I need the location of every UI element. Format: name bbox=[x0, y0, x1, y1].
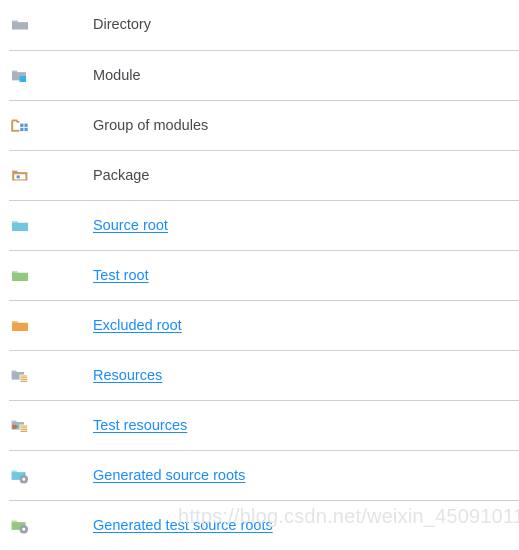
row-label-link[interactable]: Source root bbox=[93, 217, 519, 235]
table-row[interactable]: Source root bbox=[0, 200, 519, 250]
icon-cell bbox=[0, 116, 93, 136]
icon-cell bbox=[0, 216, 93, 236]
folder-generated-test-source-icon bbox=[11, 520, 28, 533]
table-row[interactable]: Generated source roots bbox=[0, 450, 519, 500]
row-label-link[interactable]: Test root bbox=[93, 267, 519, 285]
row-label: Group of modules bbox=[93, 117, 209, 134]
folder-excluded-root-icon bbox=[12, 320, 28, 331]
row-label-link[interactable]: Resources bbox=[93, 367, 519, 385]
icon-cell bbox=[0, 266, 93, 286]
icon-cell bbox=[0, 15, 93, 35]
table-row[interactable]: Test root bbox=[0, 250, 519, 300]
table-row: Package bbox=[0, 150, 519, 200]
icon-cell bbox=[0, 66, 93, 86]
table-row: Group of modules bbox=[0, 100, 519, 150]
table-row[interactable]: Generated test source roots bbox=[0, 500, 519, 550]
icon-legend-table: Directory Module Group of modules Packag… bbox=[0, 0, 519, 550]
row-label: Directory bbox=[93, 17, 152, 33]
table-row: Module bbox=[0, 50, 519, 100]
row-label: Module bbox=[93, 67, 141, 84]
table-row[interactable]: Excluded root bbox=[0, 300, 519, 350]
table-row[interactable]: Test resources bbox=[0, 400, 519, 450]
icon-cell bbox=[0, 366, 93, 386]
folder-generated-source-icon bbox=[11, 470, 28, 483]
folder-resources-icon bbox=[11, 370, 28, 383]
folder-source-root-icon bbox=[12, 220, 28, 231]
row-label: Package bbox=[93, 167, 150, 184]
row-label-link[interactable]: Generated source roots bbox=[93, 467, 519, 485]
folder-test-root-icon bbox=[12, 270, 28, 281]
icon-cell bbox=[0, 316, 93, 336]
row-label-link[interactable]: Generated test source roots bbox=[93, 517, 519, 535]
table-row: Directory bbox=[0, 0, 519, 50]
row-label-link[interactable]: Test resources bbox=[93, 417, 519, 435]
table-row[interactable]: Resources bbox=[0, 350, 519, 400]
row-label-link[interactable]: Excluded root bbox=[93, 317, 519, 335]
folder-package-icon bbox=[12, 170, 28, 180]
folder-gray-icon bbox=[12, 20, 28, 30]
folder-module-icon bbox=[12, 70, 26, 82]
icon-cell bbox=[0, 466, 93, 486]
folder-test-resources-icon bbox=[11, 420, 28, 433]
icon-cell bbox=[0, 166, 93, 186]
folder-module-group-icon bbox=[11, 118, 28, 132]
icon-cell bbox=[0, 516, 93, 536]
icon-cell bbox=[0, 416, 93, 436]
